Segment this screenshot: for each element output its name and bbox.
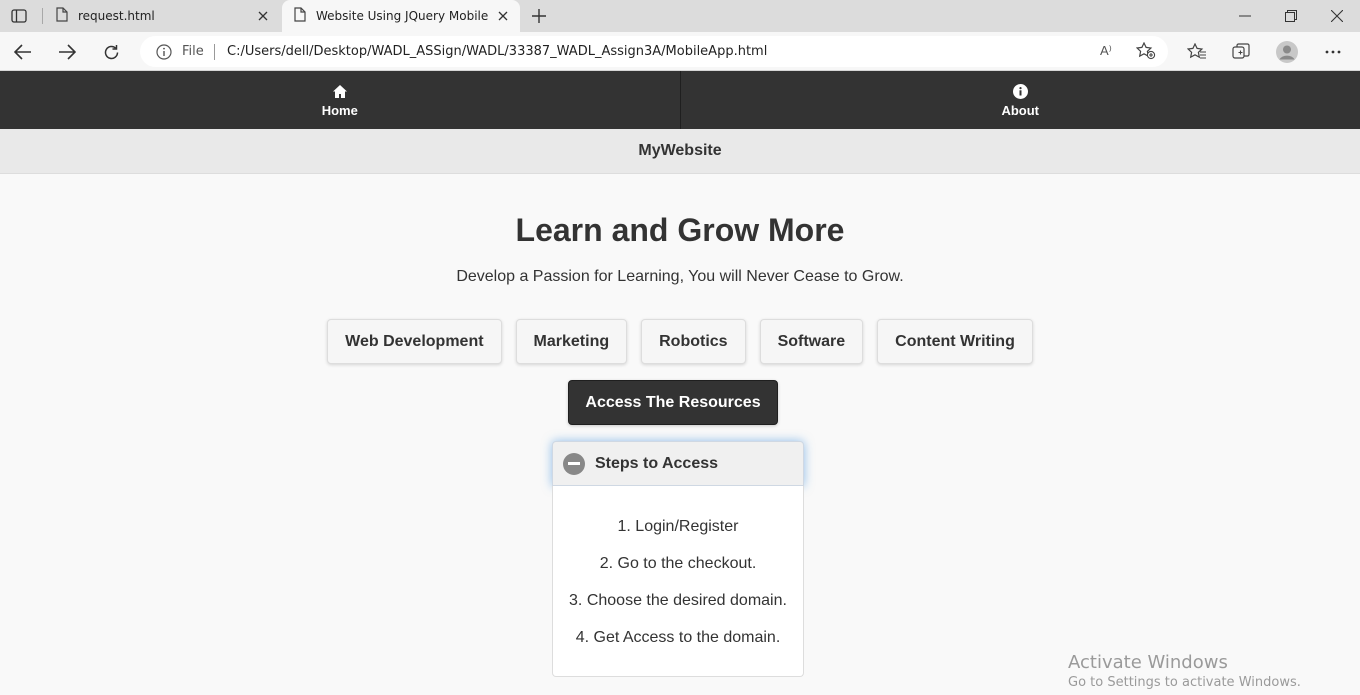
collapse-minus-icon bbox=[563, 452, 585, 475]
browser-tab-active[interactable]: Website Using JQuery Mobile bbox=[282, 0, 520, 32]
site-title: MyWebsite bbox=[638, 142, 722, 159]
page-navbar: Home About bbox=[0, 71, 1360, 129]
forward-icon[interactable] bbox=[54, 40, 80, 64]
list-item: 4. Get Access to the domain. bbox=[575, 629, 781, 646]
robotics-button[interactable]: Robotics bbox=[641, 319, 746, 364]
minimize-icon[interactable] bbox=[1222, 0, 1268, 32]
new-tab-icon[interactable] bbox=[528, 6, 550, 26]
activation-watermark: Activate Windows Go to Settings to activ… bbox=[1068, 652, 1301, 690]
scheme-label: File bbox=[182, 44, 204, 59]
tab-actions-icon[interactable] bbox=[8, 6, 30, 26]
page-subtitle: Develop a Passion for Learning, You will… bbox=[456, 268, 904, 285]
tab-divider bbox=[42, 8, 43, 24]
page-icon bbox=[56, 7, 68, 25]
close-icon[interactable] bbox=[256, 9, 270, 23]
read-aloud-icon[interactable]: A⁾ bbox=[1100, 43, 1112, 59]
list-item: 1. Login/Register bbox=[617, 518, 739, 535]
browser-toolbar: File C:/Users/dell/Desktop/WADL_ASSign/W… bbox=[0, 32, 1360, 71]
favorites-icon[interactable] bbox=[1184, 40, 1210, 64]
back-icon[interactable] bbox=[10, 40, 36, 64]
refresh-icon[interactable] bbox=[98, 40, 124, 64]
nav-home-label: Home bbox=[321, 102, 358, 118]
nav-about-label: About bbox=[1001, 102, 1040, 118]
nav-about[interactable]: About bbox=[679, 71, 1360, 129]
tab-title: Website Using JQuery Mobile bbox=[316, 9, 489, 23]
content-writing-button[interactable]: Content Writing bbox=[877, 319, 1033, 364]
nav-home[interactable]: Home bbox=[0, 71, 680, 129]
list-item: 3. Choose the desired domain. bbox=[569, 592, 787, 609]
address-bar[interactable]: File C:/Users/dell/Desktop/WADL_ASSign/W… bbox=[140, 36, 1168, 67]
address-divider bbox=[214, 44, 215, 60]
access-resources-button[interactable]: Access The Resources bbox=[568, 380, 778, 425]
browser-tab-strip: request.html Website Using JQuery Mobile bbox=[0, 0, 1360, 32]
steps-title: Steps to Access bbox=[595, 454, 719, 472]
topic-buttons: Web Development Marketing Robotics Softw… bbox=[0, 319, 1360, 364]
watermark-subtitle: Go to Settings to activate Windows. bbox=[1068, 675, 1301, 690]
close-window-icon[interactable] bbox=[1314, 0, 1360, 32]
steps-collapsible-header[interactable]: Steps to Access bbox=[552, 441, 804, 486]
page-header: MyWebsite bbox=[0, 129, 1360, 174]
web-development-button[interactable]: Web Development bbox=[327, 319, 502, 364]
page-icon bbox=[294, 7, 306, 25]
marketing-button[interactable]: Marketing bbox=[515, 319, 628, 364]
steps-list: 1. Login/Register 2. Go to the checkout.… bbox=[552, 486, 804, 677]
list-item: 2. Go to the checkout. bbox=[599, 555, 757, 572]
info-icon bbox=[1011, 83, 1029, 101]
tab-title: request.html bbox=[78, 9, 155, 23]
restore-icon[interactable] bbox=[1268, 0, 1314, 32]
collections-icon[interactable] bbox=[1228, 40, 1254, 64]
more-options-icon[interactable] bbox=[1320, 40, 1346, 64]
browser-tab-request[interactable]: request.html bbox=[44, 0, 280, 32]
watermark-title: Activate Windows bbox=[1068, 652, 1228, 673]
info-icon[interactable] bbox=[156, 44, 172, 65]
page-headline: Learn and Grow More bbox=[515, 212, 845, 248]
software-button[interactable]: Software bbox=[759, 319, 864, 364]
close-icon[interactable] bbox=[496, 9, 510, 23]
home-icon bbox=[331, 83, 349, 101]
url-text[interactable]: C:/Users/dell/Desktop/WADL_ASSign/WADL/3… bbox=[227, 44, 767, 59]
add-favorite-icon[interactable] bbox=[1135, 41, 1156, 65]
steps-collapsible: Steps to Access 1. Login/Register 2. Go … bbox=[552, 441, 804, 677]
profile-avatar[interactable] bbox=[1274, 40, 1300, 64]
